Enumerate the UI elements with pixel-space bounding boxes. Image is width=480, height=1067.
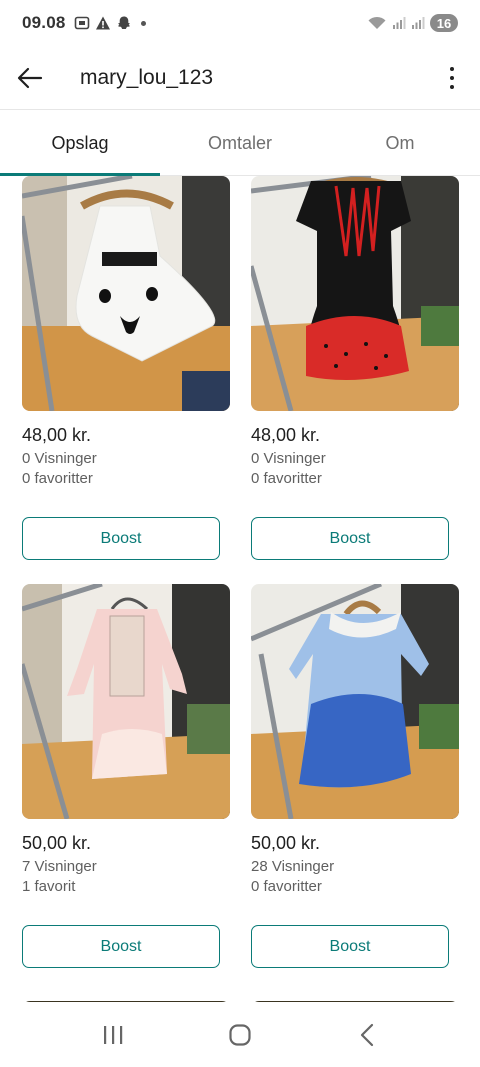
- wifi-icon: [368, 16, 386, 29]
- listing-views: 0 Visninger: [22, 450, 97, 467]
- boost-button[interactable]: Boost: [251, 925, 449, 968]
- recent-apps-icon: [104, 1025, 123, 1044]
- signal-icon-2: [412, 17, 425, 29]
- arrow-left-icon: [17, 67, 43, 88]
- back-button[interactable]: [0, 46, 60, 110]
- listing-favorites: 0 favoritter: [22, 470, 93, 487]
- more-options-button[interactable]: [424, 46, 480, 110]
- listing-card[interactable]: 50,00 kr. 7 Visninger 1 favorit Boost: [22, 584, 230, 968]
- signal-icon: [393, 17, 406, 29]
- screenshot-icon: [74, 16, 89, 30]
- tab-om[interactable]: Om: [320, 111, 480, 175]
- listing-card[interactable]: 50,00 kr. 28 Visninger 0 favoritter Boos…: [251, 584, 459, 968]
- home-button[interactable]: [210, 1010, 270, 1060]
- listing-views: 7 Visninger: [22, 858, 97, 875]
- boost-button[interactable]: Boost: [251, 517, 449, 560]
- warning-icon: [95, 16, 110, 30]
- recent-apps-button[interactable]: [83, 1010, 143, 1060]
- boost-button[interactable]: Boost: [22, 925, 220, 968]
- listings-grid: 48,00 kr. 0 Visninger 0 favoritter Boost: [0, 176, 480, 1002]
- back-nav-button[interactable]: [337, 1010, 397, 1060]
- listing-favorites: 1 favorit: [22, 878, 76, 895]
- listing-favorites: 0 favoritter: [251, 878, 322, 895]
- listing-card[interactable]: 48,00 kr. 0 Visninger 0 favoritter Boost: [22, 176, 230, 560]
- listing-price: 48,00 kr.: [22, 425, 92, 445]
- listing-views: 28 Visninger: [251, 858, 335, 875]
- status-system-icons: 16: [367, 14, 458, 32]
- status-notification-icons: [74, 15, 146, 31]
- chevron-left-icon: [360, 1023, 373, 1046]
- listing-card[interactable]: 48,00 kr. 0 Visninger 0 favoritter Boost: [251, 176, 459, 560]
- app-bar: mary_lou_123: [0, 46, 480, 110]
- home-icon: [229, 1023, 251, 1046]
- listing-photo[interactable]: [22, 176, 230, 411]
- snapchat-ghost-icon: [117, 16, 130, 29]
- system-nav-bar: [0, 1002, 480, 1067]
- tab-opslag[interactable]: Opslag: [0, 111, 160, 176]
- listing-photo[interactable]: [251, 584, 459, 819]
- tab-omtaler[interactable]: Omtaler: [160, 111, 320, 175]
- listing-favorites: 0 favoritter: [251, 470, 322, 487]
- battery-indicator: 16: [430, 14, 458, 32]
- status-time: 09.08: [22, 13, 66, 32]
- listing-photo[interactable]: [22, 584, 230, 819]
- listing-price: 48,00 kr.: [251, 425, 321, 445]
- listing-price: 50,00 kr.: [251, 833, 321, 853]
- more-vert-icon: [450, 66, 454, 71]
- listing-views: 0 Visninger: [251, 450, 326, 467]
- listing-photo[interactable]: [251, 176, 459, 411]
- more-notifications-dot: [140, 20, 146, 26]
- profile-tabs: Opslag Omtaler Om: [0, 111, 480, 176]
- page-title: mary_lou_123: [80, 65, 214, 89]
- boost-button[interactable]: Boost: [22, 517, 220, 560]
- listing-price: 50,00 kr.: [22, 833, 92, 853]
- status-bar: 09.08 16: [0, 0, 480, 46]
